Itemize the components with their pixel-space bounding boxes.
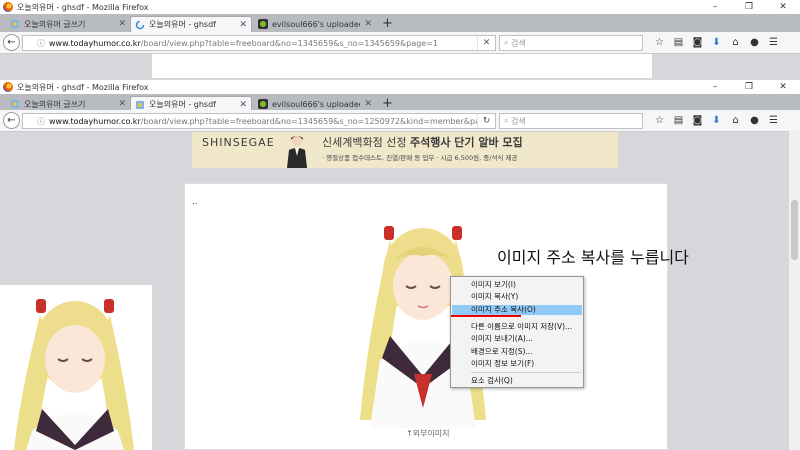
firefox-logo-icon [3, 2, 13, 12]
menu-item-inspect-element[interactable]: 요소 검사(Q) [452, 376, 582, 386]
banner-brand: SHINSEGAE [202, 136, 275, 149]
reload-icon[interactable]: ↻ [477, 114, 495, 128]
search-box[interactable]: ⌕ 검색 [499, 113, 643, 129]
loading-spinner-icon [135, 20, 145, 30]
home-icon[interactable]: ⌂ [726, 113, 745, 129]
front-nav-bar: ← ⓘ www.todayhumor.co.kr/board/view.php?… [0, 110, 800, 132]
info-icon[interactable]: ⓘ [37, 116, 45, 127]
site-favicon-icon [10, 19, 20, 29]
search-box[interactable]: ⌕ 검색 [499, 35, 643, 51]
tab-imgur[interactable]: evilsoul666's uploaded i... ✕ [254, 16, 376, 32]
clear-icon[interactable]: ✕ [477, 36, 495, 50]
close-tab-icon[interactable]: ✕ [239, 100, 247, 110]
download-icon[interactable]: ⬇ [707, 113, 726, 129]
back-window-titlebar: 오늘의유머 - ghsdf - Mozilla Firefox – ❐ ✕ [0, 0, 800, 14]
menu-item-copy-image-address[interactable]: 이미지 주소 복사(O) [452, 305, 582, 315]
close-tab-icon[interactable]: ✕ [364, 19, 372, 29]
close-tab-icon[interactable]: ✕ [118, 19, 126, 29]
menu-icon[interactable]: ☰ [764, 113, 783, 129]
imgur-favicon-icon [258, 19, 268, 29]
minimize-button[interactable]: – [698, 80, 732, 94]
ad-banner[interactable]: SHINSEGAE 신세계백화점 선정 주석행사 단기 알바 모집 · 명절상품… [192, 132, 618, 168]
vertical-scrollbar[interactable] [789, 130, 800, 450]
download-icon[interactable]: ⬇ [707, 35, 726, 51]
menu-item-view-image[interactable]: 이미지 보기(I) [452, 280, 582, 290]
info-icon[interactable]: ⓘ [37, 38, 45, 49]
url-text: www.todayhumor.co.kr/board/view.php?tabl… [49, 38, 439, 48]
background-window-content [0, 285, 152, 450]
chat-icon[interactable]: ● [745, 113, 764, 129]
site-favicon-icon [135, 100, 145, 110]
back-tab-strip: 오늘의유머 글쓰기 ✕ 오늘의유머 - ghsdf ✕ evilsoul666'… [0, 14, 800, 32]
pocket-icon[interactable]: ◙ [688, 113, 707, 129]
bookmark-star-icon[interactable]: ☆ [650, 35, 669, 51]
back-nav-bar: ← ⓘ www.todayhumor.co.kr/board/view.php?… [0, 32, 800, 54]
close-button[interactable]: ✕ [766, 0, 800, 14]
pocket-icon[interactable]: ◙ [688, 35, 707, 51]
context-menu: 이미지 보기(I) 이미지 복사(Y) 이미지 주소 복사(O) 다른 이름으로… [450, 276, 584, 388]
search-icon: ⌕ [504, 38, 512, 47]
imgur-favicon-icon [258, 99, 268, 109]
close-button[interactable]: ✕ [766, 80, 800, 94]
reading-list-icon[interactable]: ▤ [669, 35, 688, 51]
minimize-button[interactable]: – [698, 0, 732, 14]
highlight-underline [451, 315, 521, 317]
tab-ghsdf[interactable]: 오늘의유머 - ghsdf ✕ [130, 16, 252, 32]
menu-item-send-image[interactable]: 이미지 보내기(A)... [452, 334, 582, 344]
banner-headline: 신세계백화점 선정 주석행사 단기 알바 모집 [322, 136, 523, 149]
reading-list-icon[interactable]: ▤ [669, 113, 688, 129]
close-tab-icon[interactable]: ✕ [239, 20, 247, 30]
back-button[interactable]: ← [3, 112, 20, 129]
anime-girl-image-partial [14, 299, 134, 450]
new-tab-button[interactable]: + [382, 16, 393, 31]
window-title: 오늘의유머 - ghsdf - Mozilla Firefox [17, 82, 149, 92]
url-bar[interactable]: ⓘ www.todayhumor.co.kr/board/view.php?ta… [22, 113, 496, 129]
staff-figure-icon [287, 136, 307, 168]
close-tab-icon[interactable]: ✕ [118, 99, 126, 109]
post-text: .. [192, 197, 198, 207]
close-tab-icon[interactable]: ✕ [364, 99, 372, 109]
maximize-button[interactable]: ❐ [732, 80, 766, 94]
new-tab-button[interactable]: + [382, 96, 393, 111]
back-button[interactable]: ← [3, 34, 20, 51]
menu-item-save-image-as[interactable]: 다른 이름으로 이미지 저장(V)... [452, 322, 582, 332]
window-title: 오늘의유머 - ghsdf - Mozilla Firefox [17, 2, 149, 12]
url-bar[interactable]: ⓘ www.todayhumor.co.kr/board/view.php?ta… [22, 35, 496, 51]
url-text: www.todayhumor.co.kr/board/view.php?tabl… [49, 116, 477, 126]
search-icon: ⌕ [504, 116, 512, 125]
firefox-logo-icon [3, 82, 13, 92]
bookmark-star-icon[interactable]: ☆ [650, 113, 669, 129]
chat-icon[interactable]: ● [745, 35, 764, 51]
page-strip [152, 54, 652, 78]
tab-write[interactable]: 오늘의유머 글쓰기 ✕ [6, 16, 130, 32]
maximize-button[interactable]: ❐ [732, 0, 766, 14]
menu-item-set-as-background[interactable]: 배경으로 지정(S)... [452, 347, 582, 357]
banner-subtext: · 명절상품 접수데스트, 진열/판매 등 업무 · 시급 6,500원, 중/… [322, 154, 518, 162]
menu-item-copy-image[interactable]: 이미지 복사(Y) [452, 292, 582, 302]
home-icon[interactable]: ⌂ [726, 35, 745, 51]
menu-item-view-image-info[interactable]: 이미지 정보 보기(F) [452, 359, 582, 369]
external-image-caption: ↑외부이미지 [406, 429, 450, 438]
menu-separator [471, 372, 581, 373]
instruction-annotation: 이미지 주소 복사를 누릅니다 [497, 248, 689, 267]
menu-icon[interactable]: ☰ [764, 35, 783, 51]
site-favicon-icon [10, 99, 20, 109]
front-window-titlebar: 오늘의유머 - ghsdf - Mozilla Firefox – ❐ ✕ [0, 80, 800, 94]
